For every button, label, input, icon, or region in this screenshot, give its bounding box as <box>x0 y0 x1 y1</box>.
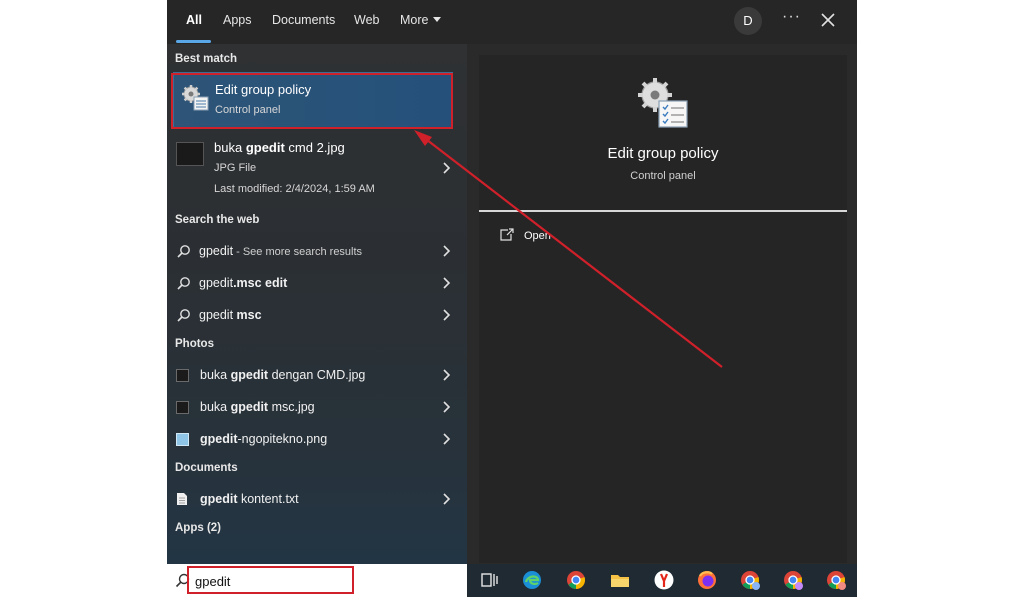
web-result-note: - See more search results <box>233 246 363 258</box>
preview-subtitle: Control panel <box>630 170 696 182</box>
search-icon <box>177 309 190 322</box>
chevron-right-icon <box>443 309 451 321</box>
open-external-icon <box>500 228 514 241</box>
search-icon <box>177 245 190 258</box>
file-result-name-suffix: cmd 2.jpg <box>284 140 345 155</box>
photo-result-suffix: msc.jpg <box>268 400 315 414</box>
chrome-profile-3-icon[interactable] <box>825 569 847 591</box>
document-result-item[interactable]: gpedit kontent.txt <box>167 484 467 514</box>
preview-title: Edit group policy <box>607 145 719 162</box>
search-tab-bar: All Apps Documents Web More D ··· <box>167 0 857 44</box>
task-view-icon[interactable] <box>478 569 500 591</box>
web-result-bold: .msc edit <box>233 276 288 290</box>
photo-result-item[interactable]: buka gpedit dengan CMD.jpg <box>167 360 467 390</box>
section-best-match: Best match <box>175 53 237 65</box>
open-button[interactable]: Open <box>499 228 619 248</box>
search-input[interactable] <box>195 570 345 592</box>
edge-icon[interactable] <box>521 569 543 591</box>
yandex-icon[interactable] <box>653 569 675 591</box>
web-result-prefix: gpedit <box>199 276 234 290</box>
file-result-modified: Last modified: 2/4/2024, 1:59 AM <box>214 183 375 195</box>
chevron-down-icon <box>433 17 442 22</box>
image-thumbnail-icon <box>176 142 204 166</box>
more-options-icon[interactable]: ··· <box>782 8 801 26</box>
section-search-web: Search the web <box>175 214 260 226</box>
text-document-icon <box>177 493 187 505</box>
chrome-profile-icon[interactable] <box>739 569 761 591</box>
photo-result-item[interactable]: buka gpedit msc.jpg <box>167 392 467 422</box>
photo-result-bold: gpedit <box>230 400 269 414</box>
photo-result-label: gpedit-ngopitekno.png <box>200 432 327 446</box>
file-result-type: JPG File <box>214 162 257 174</box>
tab-apps[interactable]: Apps <box>223 13 252 27</box>
open-label: Open <box>524 230 551 242</box>
section-apps[interactable]: Apps (2) <box>175 522 221 534</box>
chevron-right-icon <box>443 493 451 505</box>
section-photos: Photos <box>175 338 214 350</box>
preview-pane: Edit group policy Control panel Open <box>479 55 847 563</box>
search-icon <box>175 573 190 588</box>
file-result-item[interactable]: buka gpedit cmd 2.jpg JPG File Last modi… <box>167 134 467 198</box>
web-result-prefix: gpedit <box>199 308 237 322</box>
tab-more[interactable]: More <box>400 13 442 27</box>
web-result-item[interactable]: gpedit msc <box>167 300 467 330</box>
file-result-name-prefix: buka <box>214 140 246 155</box>
avatar[interactable]: D <box>734 7 762 35</box>
web-result-item[interactable]: gpedit - See more search results <box>167 236 467 266</box>
web-result-label: gpedit.msc edit <box>199 276 287 290</box>
close-icon[interactable] <box>819 11 837 29</box>
taskbar <box>467 564 857 597</box>
image-file-icon <box>176 401 189 414</box>
active-tab-indicator <box>176 40 211 43</box>
search-box[interactable] <box>167 564 467 597</box>
photo-result-prefix: buka <box>200 368 231 382</box>
chevron-right-icon <box>443 245 451 257</box>
tab-more-label: More <box>400 13 429 27</box>
chevron-right-icon[interactable] <box>441 162 451 174</box>
web-result-item[interactable]: gpedit.msc edit <box>167 268 467 298</box>
web-result-label: gpedit - See more search results <box>199 244 362 258</box>
chevron-right-icon <box>443 369 451 381</box>
preview-divider <box>479 210 847 212</box>
document-result-bold: gpedit <box>200 492 238 506</box>
photo-result-label: buka gpedit dengan CMD.jpg <box>200 368 365 382</box>
web-result-label: gpedit msc <box>199 308 262 322</box>
photo-result-bold: gpedit <box>230 368 269 382</box>
chevron-right-icon <box>443 433 451 445</box>
photo-result-suffix: -ngopitekno.png <box>237 432 328 446</box>
web-result-prefix: gpedit <box>199 244 234 258</box>
photo-result-label: buka gpedit msc.jpg <box>200 400 315 414</box>
chrome-icon[interactable] <box>565 569 587 591</box>
search-icon <box>177 277 190 290</box>
chrome-profile-2-icon[interactable] <box>782 569 804 591</box>
tab-web[interactable]: Web <box>354 13 379 27</box>
image-file-icon <box>176 433 189 446</box>
tab-all[interactable]: All <box>186 13 202 27</box>
chevron-right-icon <box>443 401 451 413</box>
photo-result-suffix: dengan CMD.jpg <box>268 368 366 382</box>
file-result-name-bold: gpedit <box>245 140 285 155</box>
chevron-right-icon <box>443 277 451 289</box>
web-result-bold: msc <box>236 308 262 322</box>
image-file-icon <box>176 369 189 382</box>
photo-result-item[interactable]: gpedit-ngopitekno.png <box>167 424 467 454</box>
file-result-name: buka gpedit cmd 2.jpg <box>214 140 345 155</box>
file-explorer-icon[interactable] <box>609 569 631 591</box>
document-result-label: gpedit kontent.txt <box>200 492 299 506</box>
document-result-suffix: kontent.txt <box>237 492 299 506</box>
group-policy-gear-icon <box>638 78 688 128</box>
photo-result-bold: gpedit <box>200 432 238 446</box>
firefox-icon[interactable] <box>696 569 718 591</box>
annotation-highlight-best-match <box>171 73 453 129</box>
tab-documents[interactable]: Documents <box>272 13 335 27</box>
photo-result-prefix: buka <box>200 400 231 414</box>
section-documents: Documents <box>175 462 238 474</box>
